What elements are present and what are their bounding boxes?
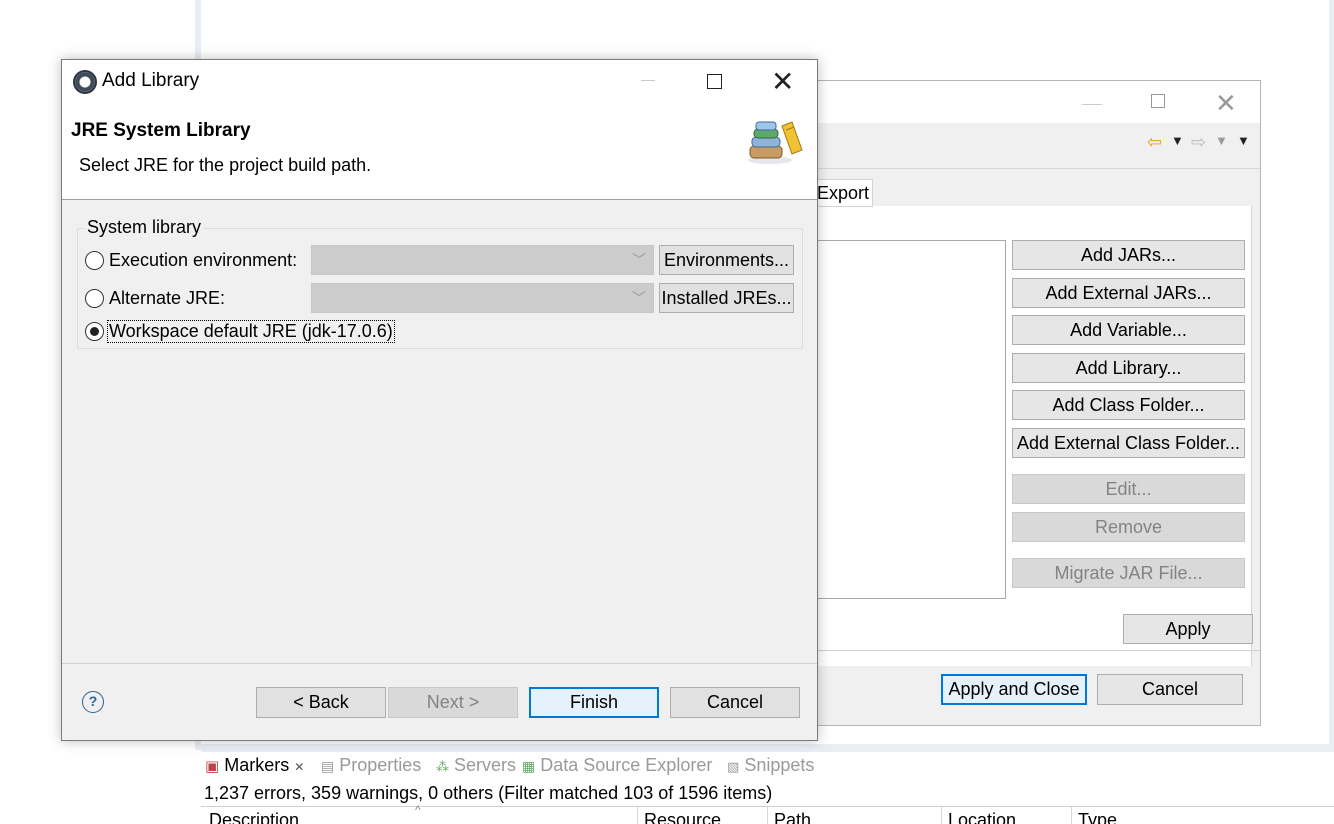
column-divider[interactable] (1071, 807, 1072, 824)
classpath-entries-list[interactable] (816, 240, 1006, 599)
migrate-jar-button[interactable]: Migrate JAR File... (1012, 558, 1245, 588)
close-tab-icon[interactable]: ✕ (294, 760, 304, 774)
column-location[interactable]: Location (948, 810, 1016, 824)
footer-divider (62, 663, 817, 664)
column-description[interactable]: Description (209, 810, 299, 824)
environments-button[interactable]: Environments... (659, 245, 794, 275)
wizard-page-title: JRE System Library (71, 120, 251, 141)
dropdown-icon[interactable]: ▼ (1171, 133, 1184, 148)
markers-summary: 1,237 errors, 359 warnings, 0 others (Fi… (204, 783, 773, 803)
properties-titlebar: ✕ (816, 81, 1260, 123)
markers-icon: ▣ (205, 758, 220, 775)
data-source-icon: ▦ (522, 758, 536, 774)
workspace-default-jre-radio[interactable] (85, 322, 104, 341)
dialog-title: Add Library (102, 70, 200, 91)
tab-snippets-label: Snippets (744, 755, 815, 775)
dropdown-icon[interactable]: ▼ (1215, 133, 1228, 148)
installed-jres-button[interactable]: Installed JREs... (659, 283, 794, 313)
system-library-group-label: System library (84, 217, 205, 238)
tab-data-source-explorer[interactable]: ▦ Data Source Explorer (522, 755, 712, 776)
properties-nav-toolbar: ⇦ ▼ ⇨ ▼ ▼ (816, 123, 1260, 169)
column-divider[interactable] (637, 807, 638, 824)
properties-cancel-button[interactable]: Cancel (1097, 674, 1243, 705)
execution-environment-select[interactable]: ﹀ (311, 245, 654, 275)
tab-servers-label: Servers (454, 755, 517, 775)
column-resource[interactable]: Resource (644, 810, 721, 824)
column-divider[interactable] (941, 807, 942, 824)
ide-right-border (1329, 0, 1334, 745)
remove-button[interactable]: Remove (1012, 512, 1245, 542)
tab-markers[interactable]: ▣ Markers ✕ (205, 755, 304, 776)
add-library-dialog: Add Library ✕ JRE System Library Select … (61, 59, 818, 741)
maximize-icon[interactable] (1151, 94, 1165, 108)
sort-ascending-icon: ^ (415, 803, 421, 817)
workspace-default-jre-label[interactable]: Workspace default JRE (jdk-17.0.6) (107, 320, 395, 343)
apply-button[interactable]: Apply (1123, 614, 1253, 644)
tab-servers[interactable]: ⁂ Servers (436, 755, 516, 776)
bottom-panel-tabs: ▣ Markers ✕ ▤ Properties ⁂ Servers ▦ Dat… (201, 752, 1334, 780)
back-arrow-icon[interactable]: ⇦ (1147, 132, 1162, 153)
tab-properties-label: Properties (339, 755, 422, 775)
add-jars-button[interactable]: Add JARs... (1012, 240, 1245, 270)
add-class-folder-button[interactable]: Add Class Folder... (1012, 390, 1245, 420)
tab-data-source-explorer-label: Data Source Explorer (540, 755, 713, 775)
eclipse-app-icon (73, 70, 97, 94)
alternate-jre-select[interactable]: ﹀ (311, 283, 654, 313)
add-external-class-folder-button[interactable]: Add External Class Folder... (1012, 428, 1245, 458)
column-type[interactable]: Type (1078, 810, 1117, 824)
tab-export[interactable]: Export (816, 179, 873, 207)
alternate-jre-label[interactable]: Alternate JRE: (109, 288, 225, 309)
tab-properties[interactable]: ▤ Properties (321, 755, 421, 776)
edit-button[interactable]: Edit... (1012, 474, 1245, 504)
cancel-button[interactable]: Cancel (670, 687, 800, 718)
library-books-icon (748, 121, 803, 164)
chevron-down-icon: ﹀ (632, 252, 646, 268)
tab-markers-label: Markers (224, 755, 290, 775)
minimize-icon[interactable] (641, 80, 655, 81)
column-divider[interactable] (767, 807, 768, 824)
add-library-titlebar: Add Library ✕ (62, 60, 817, 102)
markers-table-header: Description ^ Resource Path Location Typ… (201, 803, 1334, 824)
close-icon[interactable]: ✕ (1215, 88, 1237, 119)
add-external-jars-button[interactable]: Add External JARs... (1012, 278, 1245, 308)
add-variable-button[interactable]: Add Variable... (1012, 315, 1245, 345)
forward-arrow-icon[interactable]: ⇨ (1191, 132, 1206, 153)
servers-icon: ⁂ (436, 759, 449, 774)
maximize-icon[interactable] (707, 74, 722, 89)
next-button[interactable]: Next > (388, 687, 518, 718)
close-icon[interactable]: ✕ (771, 65, 794, 98)
snippets-icon: ▧ (727, 759, 740, 774)
chevron-down-icon: ﹀ (632, 290, 646, 306)
footer-divider (816, 650, 1260, 651)
finish-button[interactable]: Finish (529, 687, 659, 718)
back-button[interactable]: < Back (256, 687, 386, 718)
view-menu-icon[interactable]: ▼ (1237, 133, 1250, 148)
column-path[interactable]: Path (774, 810, 811, 824)
tab-snippets[interactable]: ▧ Snippets (727, 755, 814, 776)
wizard-page-description: Select JRE for the project build path. (79, 155, 372, 175)
properties-icon: ▤ (321, 758, 335, 774)
minimize-icon[interactable] (1082, 85, 1102, 105)
apply-and-close-button[interactable]: Apply and Close (941, 674, 1087, 705)
alternate-jre-radio[interactable] (85, 289, 104, 308)
ide-panel-divider (201, 744, 1334, 752)
wizard-header: JRE System Library Select JRE for the pr… (62, 102, 817, 200)
execution-environment-label[interactable]: Execution environment: (109, 250, 297, 271)
help-icon[interactable]: ? (82, 691, 104, 713)
add-library-button[interactable]: Add Library... (1012, 353, 1245, 383)
properties-dialog: ✕ ⇦ ▼ ⇨ ▼ ▼ Export Add JARs... Add Exter… (816, 80, 1261, 726)
execution-environment-radio[interactable] (85, 251, 104, 270)
